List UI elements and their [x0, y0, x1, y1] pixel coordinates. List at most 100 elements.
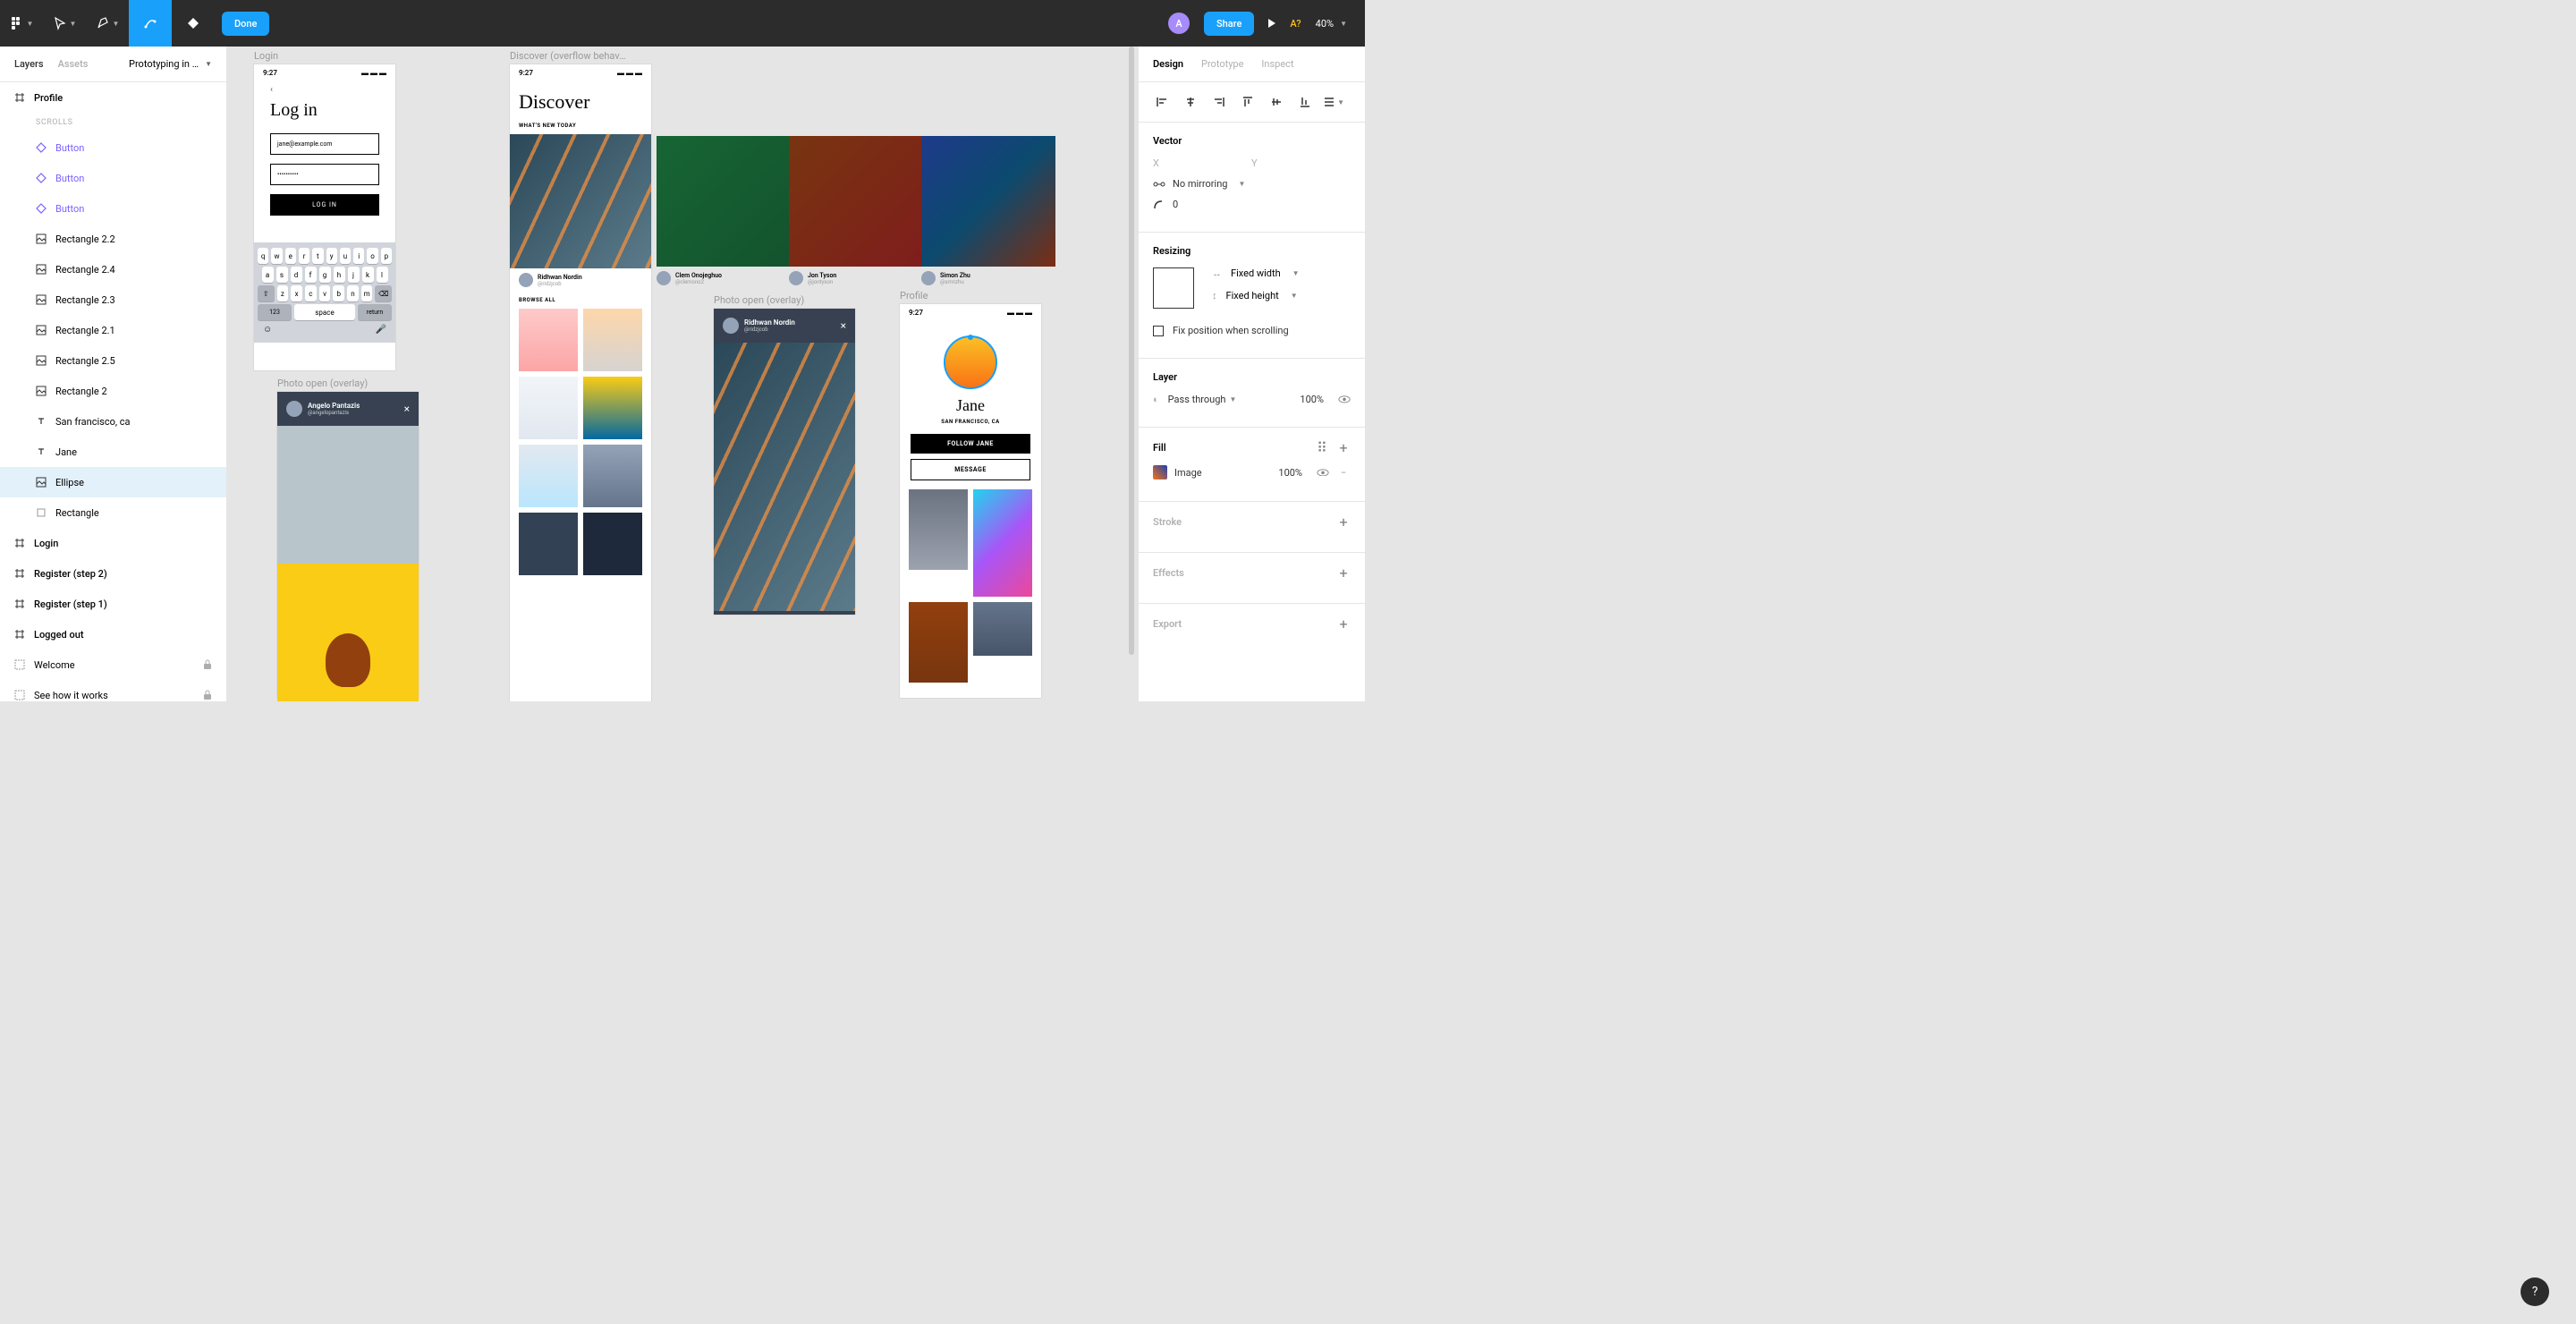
- layer-item[interactable]: Button: [0, 163, 226, 193]
- canvas[interactable]: Login 9:27▬ ▬ ▬ ‹ Log in jane@example.co…: [227, 47, 1138, 701]
- carousel-card-4[interactable]: Simon Zhu@smnzhu: [921, 136, 1055, 290]
- style-icon[interactable]: ⠿: [1315, 440, 1329, 454]
- file-dropdown[interactable]: Prototyping in …▼: [129, 58, 212, 70]
- top-toolbar: ▼ ▼ ▼ Done A Share A? 40%▼: [0, 0, 1365, 47]
- hero-image: [510, 134, 651, 268]
- layer-item[interactable]: Rectangle 2.1: [0, 315, 226, 345]
- corner-radius-input[interactable]: 0: [1153, 199, 1351, 210]
- align-left-icon[interactable]: [1151, 91, 1173, 113]
- layer-item[interactable]: Welcome: [0, 649, 226, 680]
- resizing-section: Resizing ↔Fixed width▼ ↕Fixed height▼ Fi…: [1139, 233, 1365, 359]
- carousel-card-2[interactable]: Clem Onojeghuo@clemono2: [657, 136, 791, 290]
- layer-item[interactable]: Rectangle 2: [0, 376, 226, 406]
- layer-item[interactable]: Ellipse: [0, 467, 226, 497]
- message-button: MESSAGE: [911, 459, 1030, 480]
- keyboard: qwertyuiop asdfghjkl ⇧zxcvbnm⌫ 123 space…: [254, 242, 395, 343]
- artboard-photo-open-2[interactable]: Ridhwan Nordin@ridzjcob ×: [714, 309, 855, 615]
- export-section: Export+: [1139, 604, 1365, 654]
- blend-mode-select[interactable]: Pass through: [1168, 394, 1226, 405]
- zoom-control[interactable]: 40%▼: [1316, 18, 1347, 30]
- profile-avatar-selected: [944, 335, 997, 389]
- missing-fonts-badge[interactable]: A?: [1290, 18, 1301, 30]
- layer-item[interactable]: Logged out: [0, 619, 226, 649]
- right-panel: Design Prototype Inspect ▼ Vector XY No …: [1138, 47, 1365, 701]
- browse-all-label: BROWSE ALL: [510, 292, 651, 309]
- align-right-icon[interactable]: [1208, 91, 1230, 113]
- artboard-login[interactable]: 9:27▬ ▬ ▬ ‹ Log in jane@example.com ••••…: [254, 64, 395, 370]
- fill-section: Fill⠿+ Image100%−: [1139, 428, 1365, 502]
- main-menu-button[interactable]: ▼: [0, 0, 43, 47]
- done-button[interactable]: Done: [222, 12, 269, 36]
- layer-opacity-input[interactable]: 100%: [1300, 394, 1324, 405]
- present-button[interactable]: [1268, 19, 1275, 28]
- add-effect-icon[interactable]: +: [1336, 565, 1351, 580]
- fill-opacity-input[interactable]: 100%: [1278, 467, 1302, 479]
- paint-bucket-tool[interactable]: [172, 0, 215, 47]
- align-top-icon[interactable]: [1237, 91, 1258, 113]
- layer-item[interactable]: Rectangle 2.2: [0, 224, 226, 254]
- artboard-discover[interactable]: 9:27▬ ▬ ▬ Discover WHAT'S NEW TODAY Ridh…: [510, 64, 651, 701]
- login-heading: Log in: [254, 100, 395, 121]
- layer-item[interactable]: Register (step 2): [0, 558, 226, 589]
- design-tab[interactable]: Design: [1153, 58, 1183, 70]
- align-controls: ▼: [1139, 82, 1365, 123]
- share-button[interactable]: Share: [1204, 12, 1254, 36]
- play-icon: [1268, 19, 1275, 28]
- artboard-profile[interactable]: 9:27▬ ▬ ▬ Jane SAN FRANCISCO, CA FOLLOW …: [900, 304, 1041, 698]
- author-avatar: [723, 318, 739, 334]
- vertical-constraint[interactable]: ↕Fixed height▼: [1212, 290, 1351, 301]
- layer-item[interactable]: Rectangle 2.4: [0, 254, 226, 284]
- horizontal-constraint[interactable]: ↔Fixed width▼: [1212, 267, 1351, 279]
- layer-item[interactable]: Rectangle 2.3: [0, 284, 226, 315]
- status-icons: ▬ ▬ ▬: [361, 69, 386, 77]
- fill-swatch[interactable]: [1153, 465, 1167, 480]
- layer-item[interactable]: San francisco, ca: [0, 406, 226, 437]
- artboard-photo-open-1[interactable]: Angelo Pantazis@angelopantazis ×: [277, 392, 419, 698]
- follow-button: FOLLOW JANE: [911, 434, 1030, 454]
- align-center-v-icon[interactable]: [1266, 91, 1287, 113]
- canvas-scrollbar[interactable]: [1129, 47, 1134, 655]
- bend-tool[interactable]: [129, 0, 172, 47]
- align-center-h-icon[interactable]: [1180, 91, 1201, 113]
- layer-item[interactable]: See how it works: [0, 680, 226, 701]
- inspect-tab[interactable]: Inspect: [1261, 58, 1293, 70]
- carousel-card-3[interactable]: Jon Tyson@jontyson: [789, 136, 923, 290]
- move-tool[interactable]: ▼: [43, 0, 86, 47]
- assets-tab[interactable]: Assets: [58, 58, 89, 70]
- fix-position-checkbox[interactable]: Fix position when scrolling: [1153, 325, 1351, 336]
- layer-item[interactable]: Button: [0, 132, 226, 163]
- add-export-icon[interactable]: +: [1336, 616, 1351, 631]
- mirroring-select[interactable]: No mirroring▼: [1153, 178, 1351, 190]
- visibility-icon[interactable]: [1317, 469, 1329, 477]
- frame-label-login[interactable]: Login: [254, 50, 278, 62]
- layer-item[interactable]: Register (step 1): [0, 589, 226, 619]
- whats-new-label: WHAT'S NEW TODAY: [510, 117, 651, 134]
- frame-label-discover[interactable]: Discover (overflow behav…: [510, 50, 625, 62]
- layers-tab[interactable]: Layers: [14, 58, 44, 70]
- layer-item[interactable]: Rectangle 2.5: [0, 345, 226, 376]
- layer-item[interactable]: Button: [0, 193, 226, 224]
- frame-label-photo1[interactable]: Photo open (overlay): [277, 378, 368, 389]
- layer-item[interactable]: Profile: [0, 82, 226, 113]
- close-icon: ×: [841, 319, 846, 332]
- distribute-icon[interactable]: ▼: [1323, 91, 1344, 113]
- vector-section: Vector XY No mirroring▼ 0: [1139, 123, 1365, 233]
- discover-heading: Discover: [510, 81, 651, 117]
- align-bottom-icon[interactable]: [1294, 91, 1316, 113]
- close-icon: ×: [404, 403, 410, 415]
- layer-item[interactable]: Jane: [0, 437, 226, 467]
- constraints-widget[interactable]: [1153, 267, 1194, 309]
- layer-item[interactable]: Rectangle: [0, 497, 226, 528]
- profile-location: SAN FRANCISCO, CA: [900, 419, 1041, 425]
- visibility-icon[interactable]: [1338, 395, 1351, 403]
- help-button[interactable]: ?: [2521, 1277, 2549, 1306]
- pen-tool[interactable]: ▼: [86, 0, 129, 47]
- add-fill-icon[interactable]: +: [1336, 440, 1351, 454]
- add-stroke-icon[interactable]: +: [1336, 514, 1351, 529]
- layer-item[interactable]: Login: [0, 528, 226, 558]
- remove-fill-icon[interactable]: −: [1336, 465, 1351, 480]
- user-avatar[interactable]: A: [1168, 13, 1190, 34]
- prototype-tab[interactable]: Prototype: [1201, 58, 1243, 70]
- frame-label-profile[interactable]: Profile: [900, 290, 928, 301]
- frame-label-photo2[interactable]: Photo open (overlay): [714, 294, 804, 306]
